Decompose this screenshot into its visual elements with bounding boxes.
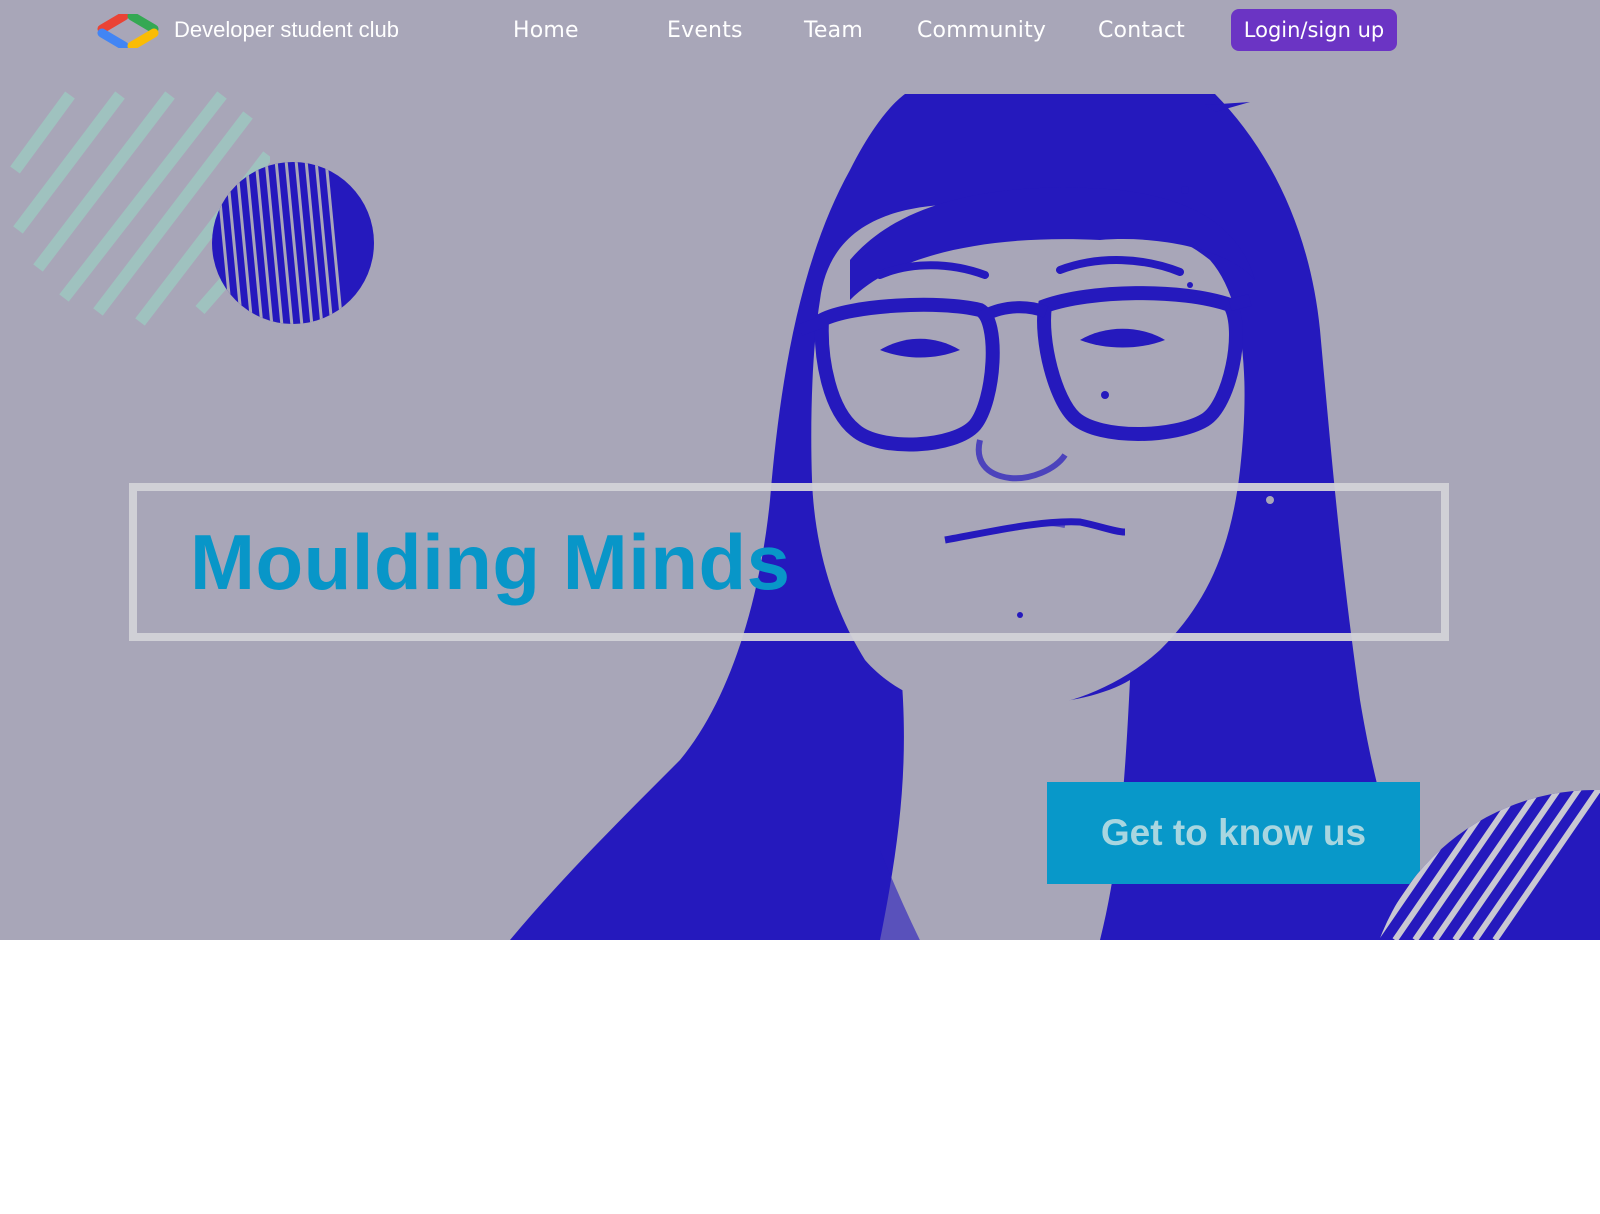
hero-headline: Moulding Minds [190,518,791,606]
nav-contact[interactable]: Contact [1098,18,1185,43]
brand-name[interactable]: Developer student club [174,17,399,43]
top-navigation: Developer student club Home Events Team … [0,0,1600,62]
striped-circle-decoration [212,162,374,324]
nav-home[interactable]: Home [513,18,579,43]
login-signup-button[interactable]: Login/sign up [1231,9,1397,51]
striped-quarter-circle-decoration [1365,790,1600,940]
nav-events[interactable]: Events [667,18,743,43]
dsc-logo-icon [97,14,159,48]
hero-section: Moulding Minds Get to know us [0,0,1600,940]
nav-community[interactable]: Community [917,18,1046,43]
nav-team[interactable]: Team [804,18,863,43]
